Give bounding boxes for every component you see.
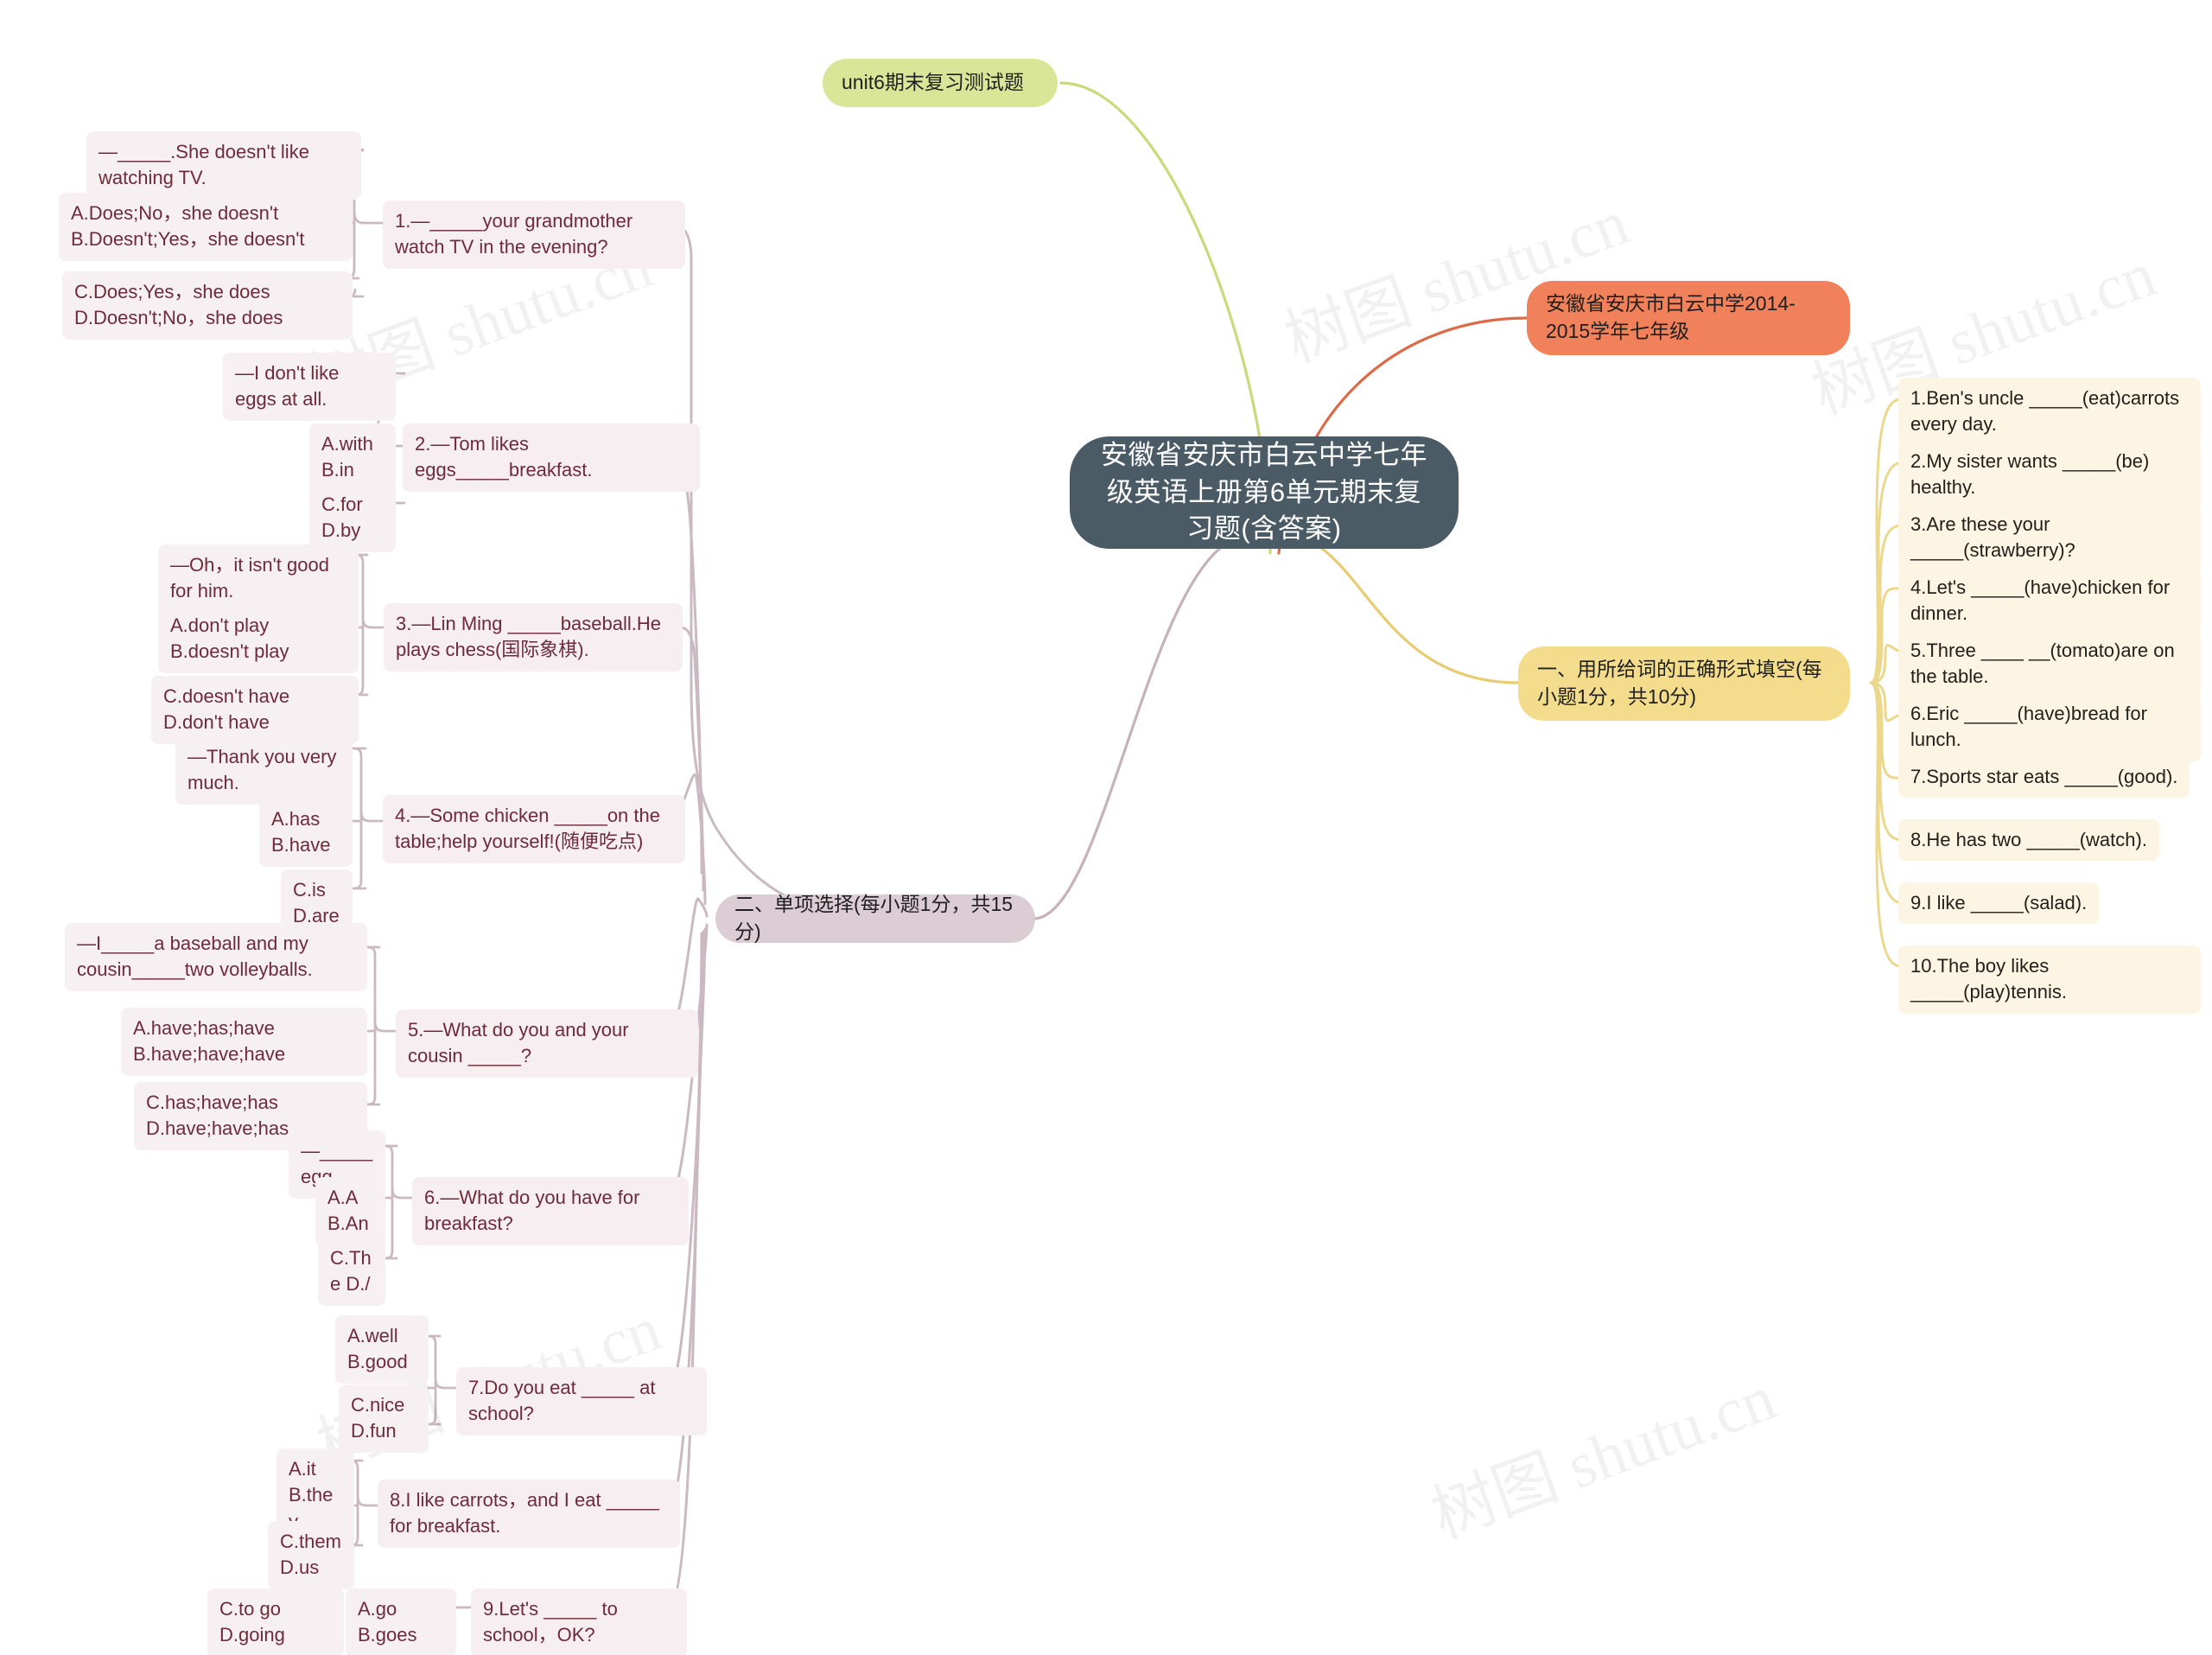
watermark: 树图 shutu.cn <box>1422 1362 1785 1552</box>
mc-question-2[interactable]: 2.—Tom likes eggs_____breakfast. <box>403 423 700 492</box>
mc-option-1-a[interactable]: —_____.She doesn't like watching TV. <box>86 131 361 200</box>
mc-option-2-c[interactable]: C.for D.by <box>309 484 396 552</box>
mc-option-9-b[interactable]: C.to go D.going <box>207 1588 344 1655</box>
branch-mauve-multiple-choice[interactable]: 二、单项选择(每小题1分，共15分) <box>715 893 1035 943</box>
mc-option-7-a[interactable]: A.well B.good <box>335 1315 429 1384</box>
branch-yellow-fill-in-blanks[interactable]: 一、用所给词的正确形式填空(每小题1分，共10分) <box>1518 646 1850 721</box>
mc-option-5-b[interactable]: A.have;has;have B.have;have;have <box>121 1008 367 1076</box>
mc-option-3-c[interactable]: C.doesn't have D.don't have <box>151 676 359 744</box>
mc-option-8-b[interactable]: C.them D.us <box>268 1521 354 1589</box>
fill-blank-item-10[interactable]: 10.The boy likes _____(play)tennis. <box>1898 945 2201 1014</box>
fill-blank-item-2[interactable]: 2.My sister wants _____(be) healthy. <box>1898 441 2201 509</box>
fill-blank-item-9[interactable]: 9.I like _____(salad). <box>1898 882 2100 925</box>
mc-question-7[interactable]: 7.Do you eat _____ at school? <box>456 1367 707 1435</box>
mc-question-5[interactable]: 5.—What do you and your cousin _____? <box>396 1009 698 1078</box>
mc-option-4-b[interactable]: A.has B.have <box>259 799 353 867</box>
fill-blank-item-8[interactable]: 8.He has two _____(watch). <box>1898 819 2159 862</box>
mc-option-1-b[interactable]: A.Does;No，she doesn't B.Doesn't;Yes，she … <box>59 193 353 261</box>
mc-option-2-a[interactable]: —I don't like eggs at all. <box>223 353 396 421</box>
fill-blank-item-4[interactable]: 4.Let's _____(have)chicken for dinner. <box>1898 567 2201 635</box>
mc-option-5-a[interactable]: —I_____a baseball and my cousin_____two … <box>65 923 367 991</box>
mc-option-3-a[interactable]: —Oh，it isn't good for him. <box>158 544 359 613</box>
mc-option-6-b[interactable]: A.A B.An <box>315 1177 385 1245</box>
mc-question-8[interactable]: 8.I like carrots，and I eat _____ for bre… <box>378 1480 680 1548</box>
fill-blank-item-5[interactable]: 5.Three ____ __(tomato)are on the table. <box>1898 630 2201 698</box>
mc-question-4[interactable]: 4.—Some chicken _____on the table;help y… <box>383 795 685 863</box>
mc-question-1[interactable]: 1.—_____your grandmother watch TV in the… <box>383 201 685 269</box>
mc-option-1-c[interactable]: C.Does;Yes，she does D.Doesn't;No，she doe… <box>62 271 353 340</box>
fill-blank-item-1[interactable]: 1.Ben's uncle _____(eat)carrots every da… <box>1898 378 2201 446</box>
mc-question-9[interactable]: 9.Let's _____ to school，OK? <box>471 1588 687 1655</box>
mc-option-9-a[interactable]: A.go B.goes <box>346 1588 456 1655</box>
mc-option-7-b[interactable]: C.nice D.fun <box>339 1384 429 1453</box>
branch-green-unit6[interactable]: unit6期末复习测试题 <box>823 59 1058 107</box>
branch-orange-school-year[interactable]: 安徽省安庆市白云中学2014-2015学年七年级 <box>1527 281 1850 355</box>
mc-option-4-a[interactable]: —Thank you very much. <box>175 736 353 805</box>
fill-blank-item-7[interactable]: 7.Sports star eats _____(good). <box>1898 756 2190 799</box>
root-node[interactable]: 安徽省安庆市白云中学七年级英语上册第6单元期末复习题(含答案) <box>1070 436 1459 549</box>
mc-question-6[interactable]: 6.—What do you have for breakfast? <box>412 1177 689 1245</box>
mc-option-3-b[interactable]: A.don't play B.doesn't play <box>158 605 359 673</box>
mindmap-canvas: 树图 shutu.cn 树图 shutu.cn 树图 shutu.cn 树图 s… <box>0 0 2212 1655</box>
mc-option-2-b[interactable]: A.with B.in <box>309 423 396 492</box>
fill-blank-item-3[interactable]: 3.Are these your _____(strawberry)? <box>1898 504 2201 572</box>
mc-question-3[interactable]: 3.—Lin Ming _____baseball.He plays chess… <box>384 603 683 672</box>
fill-blank-item-6[interactable]: 6.Eric _____(have)bread for lunch. <box>1898 693 2201 761</box>
mc-option-6-c[interactable]: C.The D./ <box>318 1238 385 1306</box>
